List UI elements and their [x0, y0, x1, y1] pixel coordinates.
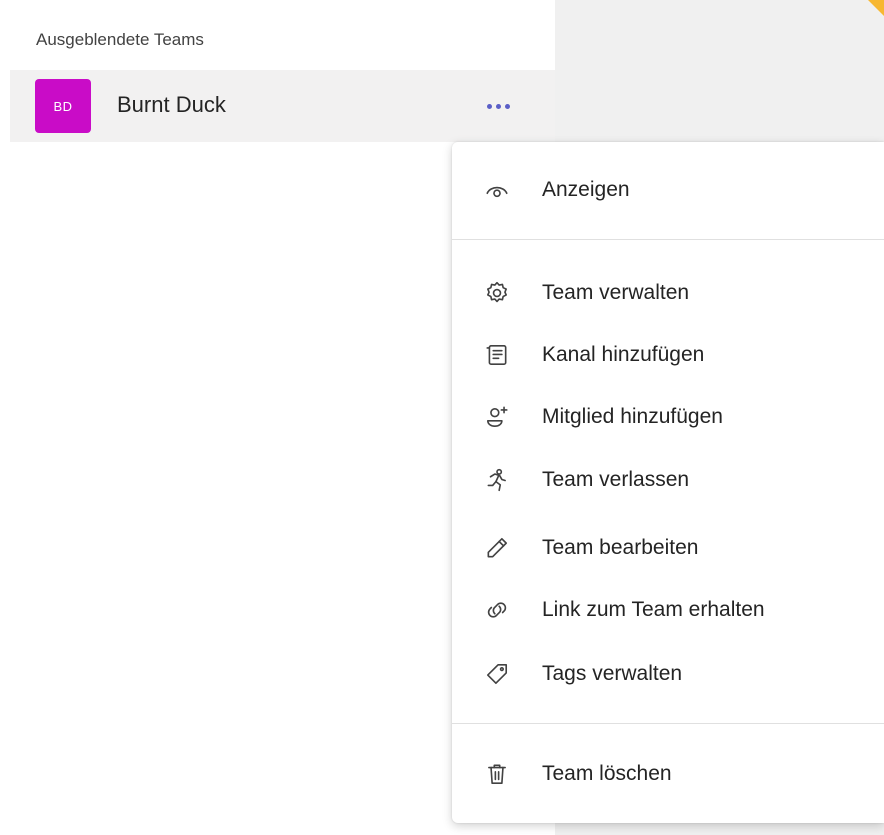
menu-divider: [452, 723, 884, 724]
pencil-icon: [482, 533, 512, 563]
menu-divider: [452, 239, 884, 240]
menu-item-manage-team[interactable]: Team verwalten: [452, 268, 884, 318]
more-dot: [486, 103, 492, 109]
more-dot: [504, 103, 510, 109]
menu-item-add-member[interactable]: Mitglied hinzufügen: [452, 392, 884, 442]
more-dot: [495, 103, 501, 109]
running-person-icon: [482, 465, 512, 495]
eye-icon: [482, 175, 512, 205]
tag-icon: [482, 659, 512, 689]
menu-item-show[interactable]: Anzeigen: [452, 165, 884, 215]
gear-icon: [482, 278, 512, 308]
menu-item-label: Anzeigen: [542, 178, 630, 201]
team-avatar: BD: [35, 79, 91, 133]
menu-item-edit-team[interactable]: Team bearbeiten: [452, 523, 884, 573]
section-title: Ausgeblendete Teams: [36, 30, 204, 49]
menu-item-leave-team[interactable]: Team verlassen: [452, 455, 884, 505]
corner-accent: [868, 0, 884, 16]
menu-item-label: Tags verwalten: [542, 662, 683, 685]
team-name: Burnt Duck: [117, 92, 226, 117]
add-person-icon: [482, 402, 512, 432]
channel-list-icon: [482, 340, 512, 370]
menu-item-label: Link zum Team erhalten: [542, 598, 765, 621]
context-menu: Anzeigen Team verwalten Kanal hinzufügen…: [452, 142, 884, 823]
trash-icon: [482, 759, 512, 789]
menu-item-delete-team[interactable]: Team löschen: [452, 749, 884, 799]
more-options-button[interactable]: [480, 92, 516, 120]
menu-item-label: Kanal hinzufügen: [542, 343, 705, 366]
menu-item-manage-tags[interactable]: Tags verwalten: [452, 649, 884, 699]
menu-item-label: Team bearbeiten: [542, 536, 699, 559]
link-icon: [482, 595, 512, 625]
menu-item-label: Mitglied hinzufügen: [542, 405, 723, 428]
menu-item-label: Team verlassen: [542, 468, 690, 491]
menu-item-label: Team löschen: [542, 762, 672, 785]
team-row[interactable]: BD Burnt Duck: [10, 70, 555, 142]
menu-item-add-channel[interactable]: Kanal hinzufügen: [452, 330, 884, 380]
menu-item-label: Team verwalten: [542, 281, 690, 304]
menu-item-get-link[interactable]: Link zum Team erhalten: [452, 585, 884, 635]
